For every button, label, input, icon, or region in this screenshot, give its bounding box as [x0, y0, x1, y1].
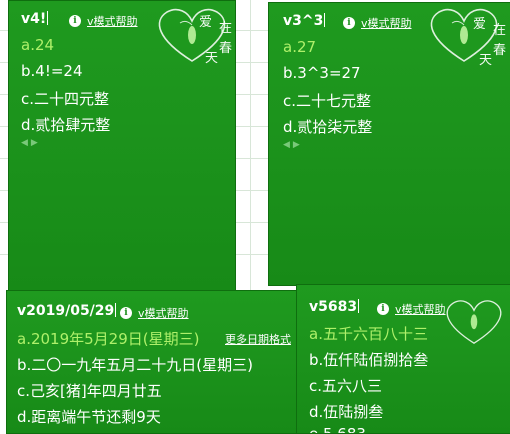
ime-candidate-window: v2019/05/29 i v模式帮助 a.2019年5月29日(星期三) 更多… [6, 290, 300, 434]
candidate-item[interactable]: a.2019年5月29日(星期三) [17, 328, 199, 349]
candidate-item[interactable]: b.伍仟陆佰捌拾叁 [309, 349, 428, 370]
help-link-label: v模式帮助 [361, 17, 412, 30]
info-icon: i [377, 303, 389, 315]
ime-candidate-window: v5683 i v模式帮助 a.五千六百八十三 b.伍仟陆佰捌拾叁 c.五六八三… [296, 284, 510, 434]
candidate-item[interactable]: d.伍陆捌叁 [309, 401, 383, 422]
info-icon: i [69, 15, 81, 27]
help-link[interactable]: i v模式帮助 [343, 15, 412, 31]
candidate-item[interactable]: d.距离端午节还剩9天 [17, 406, 161, 427]
page-arrows[interactable]: ◀▶ [283, 140, 303, 150]
help-link[interactable]: i v模式帮助 [377, 301, 446, 317]
ime-candidate-window: v3^3 i v模式帮助 爱 在 春 天 a.27 b.3^3=27 c.二十七… [268, 2, 510, 286]
candidate-item[interactable]: b.二〇一九年五月二十九日(星期三) [17, 354, 253, 375]
candidate-item[interactable]: b.4!=24 [21, 62, 83, 80]
decoration-char: 在 [493, 23, 507, 38]
ime-candidate-window: v4! i v模式帮助 爱 在 春 天 a.24 b.4!=24 c.二十四元整… [8, 0, 236, 292]
candidate-item[interactable]: d.贰拾柒元整 [283, 116, 372, 137]
decoration-char: 春 [493, 43, 507, 58]
ime-input-text: v3^3 [283, 13, 326, 29]
more-date-formats-link[interactable]: 更多日期格式 [225, 331, 291, 347]
candidate-item[interactable]: d.贰拾肆元整 [21, 114, 110, 135]
candidate-item[interactable]: c.五六八三 [309, 375, 382, 396]
decoration-char: 天 [205, 51, 219, 66]
candidate-item[interactable]: c.二十七元整 [283, 90, 371, 111]
info-icon: i [343, 17, 355, 29]
info-icon: i [120, 307, 132, 319]
candidate-item[interactable]: a.五千六百八十三 [309, 323, 428, 344]
heart-decoration [437, 291, 510, 351]
candidate-item[interactable]: b.3^3=27 [283, 64, 361, 82]
candidate-item[interactable]: c.二十四元整 [21, 88, 109, 109]
help-link[interactable]: i v模式帮助 [120, 305, 189, 321]
help-link-label: v模式帮助 [87, 15, 138, 28]
decoration-char: 春 [219, 41, 233, 56]
decoration-char: 在 [219, 21, 233, 36]
page-arrows[interactable]: ◀▶ [21, 138, 41, 148]
candidate-item[interactable]: c.己亥[猪]年四月廿五 [17, 380, 162, 401]
decoration-char: 天 [479, 53, 493, 68]
ime-input-text: v4! [21, 11, 49, 27]
candidate-item[interactable]: a.27 [283, 38, 316, 56]
ime-input-text: v2019/05/29 [17, 303, 117, 319]
candidate-item[interactable]: a.24 [21, 36, 54, 54]
help-link-label: v模式帮助 [138, 307, 189, 320]
decoration-char: 爱 [473, 17, 487, 32]
help-link[interactable]: i v模式帮助 [69, 13, 138, 29]
ime-input-text: v5683 [309, 299, 360, 315]
candidate-item[interactable]: e.5,683 [309, 425, 366, 433]
decoration-char: 爱 [199, 15, 213, 30]
